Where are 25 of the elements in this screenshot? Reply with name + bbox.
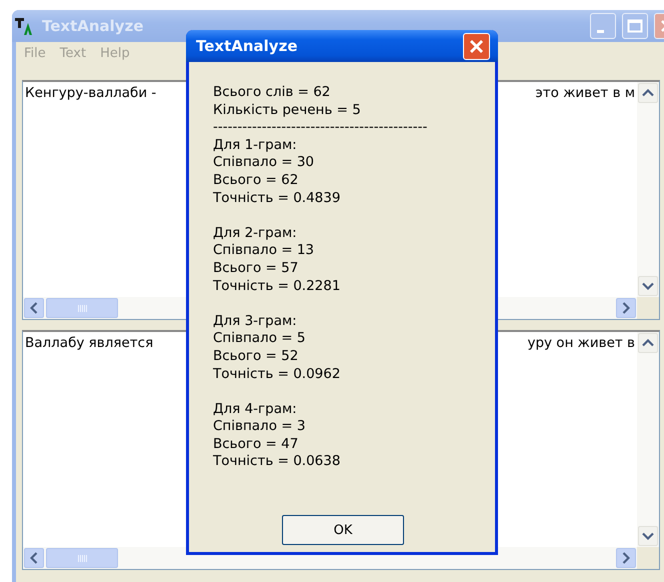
result-line: Всього = 62 [213,172,300,190]
result-line: Всього = 47 [213,436,300,454]
window-title: TextAnalyze [42,17,144,35]
result-line: Співпало = 30 [213,154,316,172]
block-heading: Для 4-грам: [213,400,298,418]
result-line: Точність = 0.4839 [213,190,342,208]
result-line: Точність = 0.0962 [213,366,342,384]
block-heading: Для 2-грам: [213,224,298,242]
text-line: Валлабу является [25,335,154,353]
result-line: Точність = 0.2281 [213,278,342,296]
separator-line: -------------------------------------------- [213,119,428,137]
text-line: Кенгуру-валлаби - [25,85,156,103]
result-line: Співпало = 3 [213,418,306,436]
text-line: уру он живет в [527,335,635,353]
result-line: Точність = 0.0638 [213,453,342,472]
block-heading: Для 3-грам: [213,312,298,330]
result-line: Всього слів = 62 [213,84,332,102]
result-line: Всього = 57 [213,260,300,278]
text-line: это живет в м [535,85,635,103]
result-line: Співпало = 5 [213,330,306,348]
result-line: Всього = 52 [213,348,300,366]
result-line: Кількість речень = 5 [213,102,362,120]
block-heading: Для 1-грам: [213,136,298,154]
dialog-title: TextAnalyze [196,37,298,55]
result-line: Співпало = 13 [213,242,316,260]
